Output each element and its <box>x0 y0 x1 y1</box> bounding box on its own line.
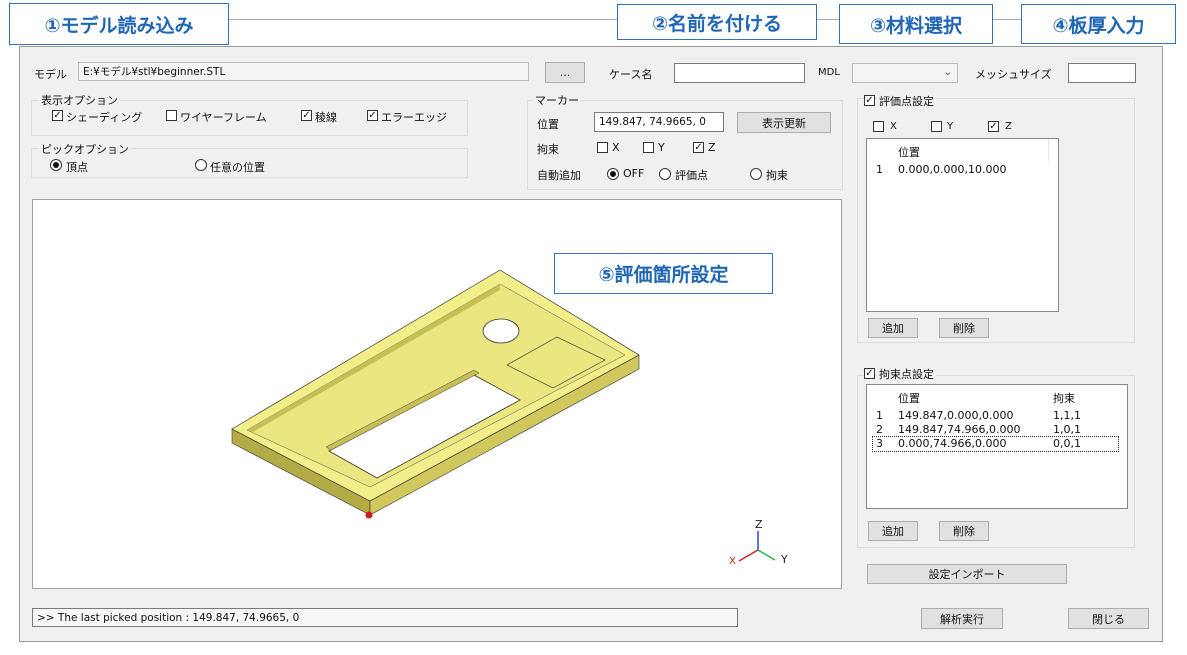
z-axis-label: Z <box>755 518 763 531</box>
refresh-display-button[interactable]: 表示更新 <box>737 112 831 133</box>
mesh-size-label: メッシュサイズ <box>975 68 1052 81</box>
run-analysis-button[interactable]: 解析実行 <box>921 608 1003 629</box>
constraint-row-index: 2 <box>876 423 883 436</box>
callout-load-model: ①モデル読み込み <box>9 3 229 45</box>
error-edge-label: エラーエッジ <box>381 111 447 124</box>
model-path-field: E:¥モデル¥stl¥beginner.STL <box>78 62 529 81</box>
eval-x-label: X <box>890 121 897 132</box>
constraint-row-value: 1,1,1 <box>1053 409 1081 422</box>
settings-import-button[interactable]: 設定インポート <box>867 564 1067 584</box>
auto-eval-label: 評価点 <box>675 169 708 182</box>
eval-z-label: Z <box>1005 121 1012 132</box>
error-edge-checkbox[interactable]: ✓ <box>367 110 378 121</box>
mdl-label: MDL <box>818 67 840 78</box>
marker-constraint-label: 拘束 <box>537 143 559 156</box>
marker-z-label: Z <box>708 141 716 154</box>
constraint-delete-button[interactable]: 削除 <box>939 521 989 541</box>
eval-row-index: 1 <box>876 163 883 176</box>
marker-x-checkbox[interactable] <box>597 142 608 153</box>
callout-eval-location: ⑤評価箇所設定 <box>554 253 773 294</box>
model-label: モデル <box>34 68 67 81</box>
auto-off-label: OFF <box>623 167 645 180</box>
eval-points-title: 評価点設定 <box>877 93 936 109</box>
auto-constraint-radio[interactable] <box>750 168 762 180</box>
any-position-label: 任意の位置 <box>210 161 265 174</box>
mdl-select[interactable]: ⌄ <box>852 63 958 83</box>
any-position-radio[interactable] <box>195 159 207 171</box>
eval-y-label: Y <box>947 121 954 132</box>
marker-y-label: Y <box>658 141 665 154</box>
shading-label: シェーディング <box>66 111 143 124</box>
callout-case-name: ②名前を付ける <box>617 4 817 40</box>
x-axis-label: X <box>729 556 736 567</box>
browse-button[interactable]: ... <box>545 62 585 83</box>
callout-thickness: ④板厚入力 <box>1021 4 1176 44</box>
edges-label: 稜線 <box>315 111 337 124</box>
eval-list-header-position: 位置 <box>898 146 920 159</box>
constraint-row-position: 0.000,74.966,0.000 <box>898 437 1007 450</box>
y-axis-label: Y <box>780 553 788 566</box>
x-axis-line <box>738 549 759 562</box>
constraint-row-value: 1,0,1 <box>1053 423 1081 436</box>
vertex-label: 頂点 <box>66 161 88 174</box>
constraint-row-position: 149.847,74.966,0.000 <box>898 423 1021 436</box>
auto-constraint-label: 拘束 <box>766 169 788 182</box>
eval-points-list[interactable]: 位置 1 0.000,0.000,10.000 <box>866 138 1059 312</box>
eval-delete-button[interactable]: 削除 <box>939 318 989 338</box>
constraint-row-index: 1 <box>876 409 883 422</box>
edges-checkbox[interactable]: ✓ <box>301 110 312 121</box>
case-name-label: ケース名 <box>609 68 653 81</box>
constraint-points-checkbox[interactable]: ✓ <box>864 368 875 379</box>
eval-row-position: 0.000,0.000,10.000 <box>898 163 1007 176</box>
marker-position-input[interactable]: 149.847, 74.9665, 0 <box>594 112 724 132</box>
mesh-size-input[interactable] <box>1068 63 1136 83</box>
eval-add-button[interactable]: 追加 <box>868 318 918 338</box>
constraint-points-list[interactable]: 位置 拘束 1 149.847,0.000,0.000 1,1,1 2 149.… <box>866 384 1128 509</box>
close-button[interactable]: 閉じる <box>1068 608 1149 629</box>
case-name-input[interactable] <box>674 63 805 83</box>
constraint-list-header-constraint: 拘束 <box>1053 392 1075 405</box>
display-options-title: 表示オプション <box>39 92 120 108</box>
constraint-row-index: 3 <box>876 437 883 450</box>
wireframe-checkbox[interactable] <box>166 110 177 121</box>
eval-y-checkbox[interactable] <box>931 121 942 132</box>
auto-off-radio[interactable] <box>607 168 619 180</box>
constraint-list-header-position: 位置 <box>898 392 920 405</box>
eval-z-checkbox[interactable]: ✓ <box>988 121 999 132</box>
eval-list-header-divider <box>1048 139 1049 161</box>
y-axis-line <box>757 549 776 561</box>
vertex-radio[interactable] <box>50 159 62 171</box>
constraint-row-position: 149.847,0.000,0.000 <box>898 409 1014 422</box>
marker-point <box>365 511 373 519</box>
circular-hole <box>482 318 520 344</box>
callout-connector <box>229 19 617 20</box>
chevron-down-icon: ⌄ <box>943 67 952 78</box>
marker-position-label: 位置 <box>537 118 559 131</box>
shading-checkbox[interactable]: ✓ <box>52 110 63 121</box>
eval-points-checkbox[interactable]: ✓ <box>864 95 875 106</box>
marker-z-checkbox[interactable]: ✓ <box>693 142 704 153</box>
marker-y-checkbox[interactable] <box>643 142 654 153</box>
constraint-row-value: 0,0,1 <box>1053 437 1081 450</box>
eval-x-checkbox[interactable] <box>873 121 884 132</box>
wireframe-label: ワイヤーフレーム <box>180 111 267 124</box>
callout-connector <box>992 19 1022 20</box>
pick-options-title: ピックオプション <box>39 141 131 157</box>
auto-eval-radio[interactable] <box>659 168 671 180</box>
callout-connector <box>817 19 839 20</box>
auto-add-label: 自動追加 <box>537 169 581 182</box>
constraint-points-title: 拘束点設定 <box>877 366 936 382</box>
marker-title: マーカー <box>533 92 581 108</box>
callout-material: ③材料選択 <box>839 4 993 44</box>
constraint-add-button[interactable]: 追加 <box>868 521 918 541</box>
marker-x-label: X <box>612 141 620 154</box>
status-bar: >> The last picked position : 149.847, 7… <box>32 608 738 627</box>
